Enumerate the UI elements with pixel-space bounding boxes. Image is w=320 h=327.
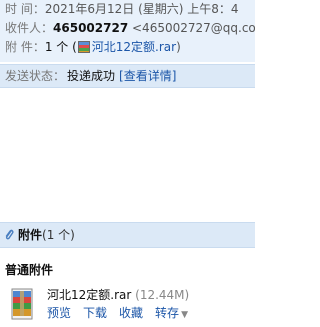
chevron-down-icon[interactable]: ▼ [181,310,188,320]
time-label: 时 间： [5,2,45,16]
attachment-count: 1 个 ( [44,40,77,54]
attachments-count: (1 个) [42,228,75,242]
time-row: 时 间：2021年6月12日 (星期六) 上午8：4 [5,0,239,18]
recipient-label: 收件人： [5,21,54,35]
rar-file-icon [77,41,90,53]
recipient-email: <465002727@qq.cor [132,21,255,35]
rar-archive-icon [11,288,33,320]
attachment-close-paren: ) [176,40,181,54]
attachment-file-row: 河北12定额.rar (12.44M) [47,287,189,303]
download-button[interactable]: 下载 [83,306,107,320]
save-to-button[interactable]: 转存 [155,306,179,320]
mail-header: 时 间：2021年6月12日 (星期六) 上午8：4 收件人：465002727… [0,0,255,62]
attachment-file-name[interactable]: 河北12定额.rar [47,288,131,302]
recipient-name[interactable]: 465002727 [53,21,128,35]
send-status-label: 发送状态： [5,69,66,83]
favorite-button[interactable]: 收藏 [119,306,143,320]
preview-button[interactable]: 预览 [47,306,71,320]
attachment-file-link[interactable]: 河北12定额.rar [92,40,176,54]
view-details-link[interactable]: [查看详情] [119,69,176,83]
normal-attachments-title: 普通附件 [5,263,54,277]
send-status-bar: 发送状态： 投递成功 [查看详情] [0,64,255,88]
paperclip-icon [5,229,14,240]
attachments-bar: 附件(1 个) [0,222,255,248]
attachments-title: 附件 [18,228,43,242]
send-status-value: 投递成功 [67,69,116,83]
attachment-file-size: (12.44M) [135,288,190,302]
attachment-row: 附 件：1 个 ( 河北12定额.rar) [5,38,181,56]
recipient-row: 收件人：465002727 <465002727@qq.cor [5,19,255,37]
time-value: 2021年6月12日 (星期六) 上午8：4 [44,2,239,16]
attachment-label: 附 件： [5,40,45,54]
attachment-actions: 预览 下载 收藏 转存 ▼ [47,305,188,321]
